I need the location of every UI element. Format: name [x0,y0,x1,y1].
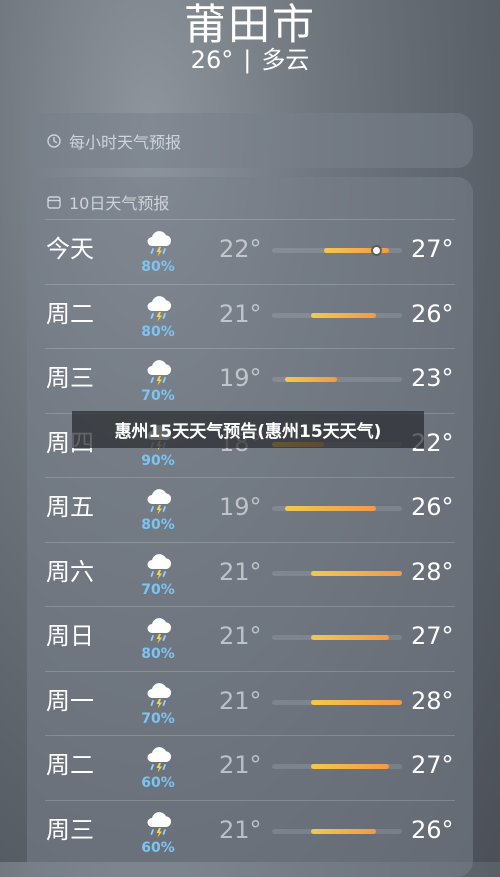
current-condition: 多云 [261,46,310,74]
temperature-range-track [272,312,402,318]
day-label: 周二 [46,751,94,779]
high-temperature: 28° [411,557,454,586]
row-divider [45,670,455,672]
temperature-range-track [272,377,402,382]
low-temperature: 19° [219,364,262,392]
thunderstorm-rain-icon [147,360,172,386]
low-temperature: 22° [219,235,262,263]
ten-day-forecast-card[interactable]: 10日天气预报 今天 80% 22° 27° 周二 80% 21° 26° 周三… [27,177,473,877]
day-label: 周五 [46,493,94,521]
row-divider [45,606,455,607]
high-temperature: 26° [411,493,454,521]
thunderstorm-rain-icon [147,747,172,773]
precipitation-chance: 70% [141,710,175,727]
current-temperature-dot [372,247,380,254]
forecast-row[interactable]: 周二 80% 21° 26° [27,283,473,348]
precipitation-chance: 80% [141,323,175,340]
forecast-row[interactable]: 周五 80% 19° 26° [27,477,473,541]
row-divider [45,283,455,285]
low-temperature: 21° [219,815,262,844]
row-divider [45,219,455,220]
day-label: 周一 [46,686,94,715]
day-label: 周日 [46,622,94,650]
precipitation-chance: 60% [141,775,175,791]
hourly-forecast-label: 每小时天气预报 [69,133,182,152]
temperature-range-track [272,247,402,254]
separator: | [243,46,252,74]
precipitation-chance: 90% [141,452,175,469]
temperature-range-track [272,699,402,705]
forecast-row[interactable]: 周二 60% 21° 27° [27,735,473,799]
temperature-range-bar [311,828,376,834]
precipitation-chance: 60% [141,839,175,856]
high-temperature: 26° [411,815,454,844]
high-temperature: 28° [411,686,454,715]
day-label: 周六 [46,557,94,586]
thunderstorm-rain-icon [147,489,172,515]
temperature-range-bar [311,312,376,318]
high-temperature: 27° [411,235,454,263]
forecast-row[interactable]: 周三 60% 21° 26° [27,799,473,864]
temperature-range-bar [311,570,402,576]
temperature-range-bar [311,635,389,640]
city-name: 莆田市 [183,0,316,49]
row-divider [45,477,455,478]
day-label: 周二 [46,299,94,328]
forecast-row[interactable]: 今天 80% 22° 27° [27,219,473,283]
thunderstorm-rain-icon [147,682,172,708]
current-conditions: 26° | 多云 [0,45,500,75]
high-temperature: 23° [411,364,454,392]
temperature-range-track [272,506,402,511]
thunderstorm-rain-icon [147,618,172,644]
precipitation-chance: 80% [141,259,175,275]
forecast-row[interactable]: 周六 70% 21° 28° [27,541,473,606]
calendar-icon [47,196,61,209]
hourly-forecast-header: 每小时天气预报 [47,129,181,153]
low-temperature: 21° [219,299,262,328]
day-label: 周三 [46,364,94,392]
precipitation-chance: 70% [141,388,175,404]
low-temperature: 21° [219,751,262,779]
forecast-row[interactable]: 周一 70% 21° 28° [27,670,473,735]
temperature-range-track [272,828,402,834]
temperature-range-track [272,764,402,769]
current-temperature: 26° [190,46,234,74]
day-label: 今天 [46,235,94,263]
precipitation-chance: 80% [141,517,175,533]
article-title-banner[interactable]: 惠州15天天气预告(惠州15天天气) [72,411,424,448]
precipitation-chance: 70% [141,581,175,598]
low-temperature: 21° [219,557,262,586]
forecast-row[interactable]: 周日 80% 21° 27° [27,606,473,670]
temperature-range-track [272,635,402,640]
forecast-row[interactable]: 周三 70% 19° 23° [27,348,473,412]
hourly-forecast-card[interactable]: 每小时天气预报 [27,113,473,168]
high-temperature: 27° [411,622,454,650]
high-temperature: 26° [411,299,454,328]
high-temperature: 27° [411,751,454,779]
temperature-range-bar [311,764,389,769]
precipitation-chance: 80% [141,646,175,662]
row-divider [45,348,455,349]
temperature-range-bar [285,377,337,382]
clock-icon [47,134,61,148]
thunderstorm-rain-icon [147,553,172,579]
temperature-range-bar [311,699,402,705]
temperature-range-track [272,570,402,576]
low-temperature: 19° [219,493,262,521]
row-divider [45,541,455,543]
ten-day-forecast-label: 10日天气预报 [69,194,170,213]
thunderstorm-rain-icon [147,811,172,837]
day-label: 周三 [46,815,94,844]
thunderstorm-rain-icon [147,231,172,257]
low-temperature: 21° [219,622,262,650]
temperature-range-bar [285,506,376,511]
row-divider [45,735,455,736]
ten-day-forecast-header: 10日天气预报 [47,190,169,214]
row-divider [45,799,455,801]
thunderstorm-rain-icon [147,295,172,321]
low-temperature: 21° [219,686,262,715]
